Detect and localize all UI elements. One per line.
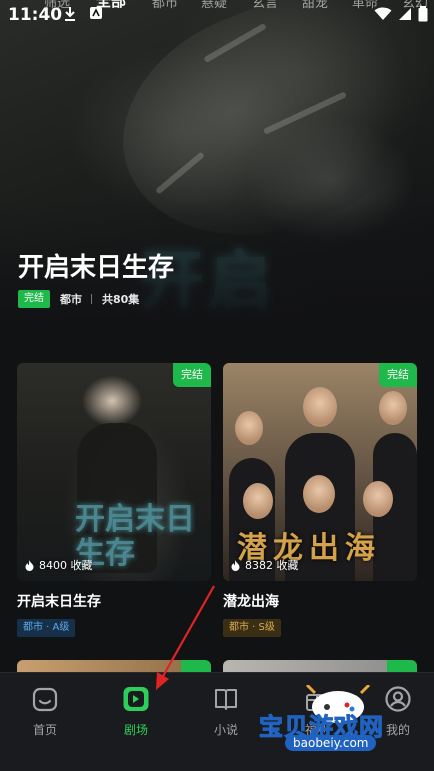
collect-count: 8382 收藏 — [231, 557, 299, 573]
card-title[interactable]: 潜龙出海 — [223, 591, 417, 611]
status-icons-right — [374, 6, 428, 22]
hero-banner[interactable]: 开启 — [0, 0, 434, 340]
download-icon — [65, 7, 75, 21]
poster-figure — [235, 411, 263, 445]
status-bar: 11:40 — [0, 0, 434, 30]
poster-figure — [303, 475, 335, 513]
theater-play-icon — [123, 687, 149, 711]
status-time: 11:40 — [8, 5, 63, 25]
poster-figure — [243, 483, 273, 519]
wifi-icon — [374, 7, 392, 20]
card-title[interactable]: 开启末日生存 — [17, 591, 211, 611]
home-icon — [32, 687, 58, 712]
collect-count-text: 8382 收藏 — [245, 559, 299, 572]
site-watermark: 宝贝游戏网 baobeiy.com — [255, 685, 430, 755]
hero-genre: 都市 — [60, 293, 82, 306]
meta-divider — [91, 294, 92, 304]
nav-home[interactable]: 首页 — [15, 685, 75, 738]
card-poster[interactable]: 潜龙出海 完结 8382 收藏 — [223, 363, 417, 581]
flame-icon — [25, 559, 34, 571]
collect-count: 8400 收藏 — [25, 557, 93, 573]
drama-card[interactable]: 潜龙出海 完结 8382 收藏 潜龙出海 都市 · S级 — [223, 363, 417, 637]
watermark-url: baobeiy.com — [285, 735, 377, 751]
card-poster[interactable]: 开启末日生存 完结 8400 收藏 — [17, 363, 211, 581]
collect-count-text: 8400 收藏 — [39, 559, 93, 572]
drama-card[interactable]: 开启末日生存 完结 8400 收藏 开启末日生存 都市 · A级 — [17, 363, 211, 637]
card-status-badge: 完结 — [173, 363, 211, 387]
hero-title[interactable]: 开启末日生存 — [18, 247, 174, 284]
card-status-badge: 完结 — [379, 363, 417, 387]
hero-status-badge: 完结 — [18, 290, 50, 308]
poster-figure — [363, 481, 393, 517]
app-notification-icon — [90, 7, 102, 19]
nav-label: 首页 — [32, 723, 57, 737]
poster-title-text: 开启末日生存 — [75, 502, 195, 571]
status-icons-left — [63, 6, 103, 22]
card-tag: 都市 · S级 — [223, 619, 281, 637]
poster-figure — [379, 391, 407, 425]
nav-theater[interactable]: 剧场 — [106, 685, 166, 738]
nav-novel[interactable]: 小说 — [196, 685, 256, 738]
poster-figure — [303, 387, 337, 427]
hero-episodes: 共80集 — [102, 293, 140, 306]
card-tag: 都市 · A级 — [17, 619, 76, 637]
nav-label: 剧场 — [123, 723, 148, 737]
battery-icon — [418, 6, 428, 22]
flame-icon — [231, 559, 240, 571]
book-icon — [215, 689, 237, 710]
nav-label: 小说 — [213, 723, 238, 737]
signal-icon — [399, 8, 411, 20]
hero-meta: 完结 都市 共80集 — [18, 290, 139, 308]
